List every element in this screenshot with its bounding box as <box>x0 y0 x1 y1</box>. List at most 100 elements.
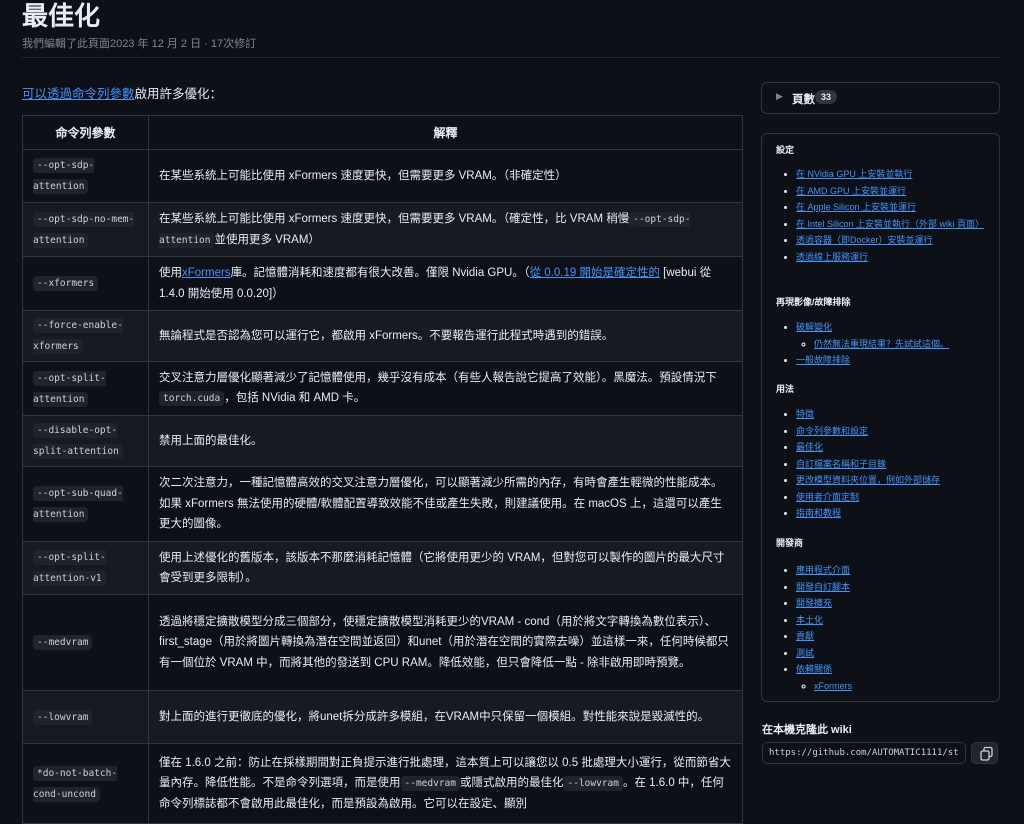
desc-text: 交叉注意力層優化顯著減少了記憶體使用，幾乎沒有成本（有些人報告說它提高了效能）。… <box>159 371 717 384</box>
desc-code: --lowvram <box>563 776 623 791</box>
list-item: 指南和教程 <box>796 505 996 522</box>
desc-text: 或隱式啟用的最佳化 <box>459 777 564 789</box>
deterministic-link[interactable]: 從 0.0.19 開始是確定性的 <box>530 267 660 279</box>
list-item: 本土化 <box>796 612 996 629</box>
desc-cell: 無論程式是否認為您可以運行它，都啟用 xFormers。不要報告運行此程式時遇到… <box>148 310 743 362</box>
options-table: 命令列參數 解釋 --opt-sdp-attention 在某些系統上可能比使用… <box>22 115 743 824</box>
sidebar-link[interactable]: 命令列參數和設定 <box>796 426 868 436</box>
sidebar-link[interactable]: 在 NVidia GPU 上安裝並執行 <box>796 169 912 179</box>
arg-cell: --opt-split-attention <box>22 361 149 416</box>
table-row: *do-not-batch-cond-uncond 僅在 1.6.0 之前：防止… <box>22 743 743 824</box>
arg-code: --opt-split-attention-v1 <box>33 550 106 586</box>
page-title: 最佳化 <box>22 1 101 31</box>
sidebar-link[interactable]: 自訂檔案名稱和子目錄 <box>796 459 886 469</box>
arg-cell: --opt-sub-quad-attention <box>22 466 149 542</box>
sidebar-link[interactable]: 應用程式介面 <box>796 565 850 575</box>
desc-code: torch.cuda <box>159 391 225 407</box>
arg-code: --opt-sub-quad-attention <box>33 486 123 522</box>
arg-code: --medvram <box>33 635 93 650</box>
list-item: 開發擴充 <box>796 595 996 612</box>
sidebar-link[interactable]: 透過容器（即Docker）安裝並運行 <box>796 235 933 245</box>
list-item: 貢獻 <box>796 628 996 645</box>
arg-cell: *do-not-batch-cond-uncond <box>22 743 149 824</box>
table-row: --opt-sdp-attention 在某些系統上可能比使用 xFormers… <box>22 149 743 203</box>
list-item: 應用程式介面 <box>796 562 996 579</box>
arg-cell: --opt-sdp-no-mem-attention <box>22 202 149 257</box>
sidebar-link[interactable]: 破解變化 <box>796 322 832 332</box>
sidebar-link[interactable]: 最佳化 <box>796 442 823 452</box>
section-title: 用法 <box>776 384 795 394</box>
sidebar-link[interactable]: 一般故障排除 <box>796 355 850 365</box>
desc-cell: 禁用上面的最佳化。 <box>148 415 743 467</box>
desc-cell: 使用xFormers庫。記憶體消耗和速度都有很大改善。僅限 Nvidia GPU… <box>148 256 743 311</box>
pages-toggle[interactable]: ▶ 頁數 33 <box>761 82 1000 114</box>
sidebar-link[interactable]: 指南和教程 <box>796 508 841 518</box>
list-item: 在 Intel Silicon 上安裝並執行（外部 wiki 頁面） <box>796 216 996 233</box>
sidebar-link[interactable]: 在 Intel Silicon 上安裝並執行（外部 wiki 頁面） <box>796 219 984 229</box>
table-row: --opt-sdp-no-mem-attention 在某些系統上可能比使用 x… <box>22 202 743 257</box>
header-arg: 命令列參數 <box>22 115 149 150</box>
section-list: 破解變化 仍然無法重現結果？先試試這個。 一般故障排除 <box>776 319 996 369</box>
table-header-row: 命令列參數 解釋 <box>22 115 743 150</box>
desc-text: 在某些系統上可能比使用 xFormers 速度更快，但需要更多 VRAM。（確定… <box>159 212 630 225</box>
table-row: --lowvram 對上面的進行更徹底的優化，將unet拆分成許多模組，在VRA… <box>22 690 743 744</box>
sidebar-link[interactable]: 本土化 <box>796 615 823 625</box>
clone-url-input[interactable] <box>762 742 966 764</box>
sub-list: 仍然無法重現結果？先試試這個。 <box>796 336 1014 353</box>
table-row: --opt-split-attention-v1 使用上述優化的舊版本，該版本不… <box>22 541 743 595</box>
arg-cell: --disable-opt-split-attention <box>22 415 149 467</box>
sidebar-link[interactable]: 特徵 <box>796 409 814 419</box>
list-item: 在 Apple Silicon 上安裝並運行 <box>796 199 996 216</box>
list-item: 一般故障排除 <box>796 352 996 369</box>
list-item: 透過容器（即Docker）安裝並運行 <box>796 232 996 249</box>
list-item: 在 NVidia GPU 上安裝並執行 <box>796 166 996 183</box>
desc-cell: 使用上述優化的舊版本，該版本不那麼消耗記憶體（它將使用更少的 VRAM，但對您可… <box>148 541 743 595</box>
sidebar-link[interactable]: 在 Apple Silicon 上安裝並運行 <box>796 202 916 212</box>
list-item: 測試 <box>796 645 996 662</box>
xformers-link[interactable]: xFormers <box>182 267 231 279</box>
list-item: xFormers <box>814 678 1014 695</box>
table-row: --medvram 透過將穩定擴散模型分成三個部分，使穩定擴散模型消耗更少的VR… <box>22 594 743 691</box>
sidebar-link[interactable]: 更改模型資料夾位置，例如外部儲存 <box>796 475 940 485</box>
arg-code: --force-enable-xformers <box>33 318 123 354</box>
sidebar-link[interactable]: 開發自訂腳本 <box>796 582 850 592</box>
sidebar-link[interactable]: 透過線上服務運行 <box>796 252 868 262</box>
copy-button[interactable] <box>971 742 998 764</box>
sidebar-link[interactable]: 開發擴充 <box>796 598 832 608</box>
sub-list: xFormers <box>796 678 1014 695</box>
sidebar-link[interactable]: 測試 <box>796 648 814 658</box>
arg-code: *do-not-batch-cond-uncond <box>33 765 118 802</box>
intro-text: 可以透過命令列參數啟用許多優化： <box>22 83 222 102</box>
sidebar-link[interactable]: 貢獻 <box>796 631 814 641</box>
arg-cell: --lowvram <box>22 690 149 744</box>
sidebar-link[interactable]: 依賴關係 <box>796 664 832 674</box>
desc-cell: 僅在 1.6.0 之前：防止在採樣期間對正負提示進行批處理，這本質上可以讓您以 … <box>148 743 743 824</box>
list-item: 開發自訂腳本 <box>796 579 996 596</box>
sidebar-link[interactable]: 仍然無法重現結果？先試試這個。 <box>814 339 949 349</box>
arg-code: --disable-opt-split-attention <box>33 423 123 459</box>
sidebar-link[interactable]: 在 AMD GPU 上安裝並運行 <box>796 186 906 196</box>
desc-text: ，包括 NVidia 和 AMD 卡。 <box>224 392 366 405</box>
chevron-right-icon: ▶ <box>776 91 783 101</box>
arg-cell: --medvram <box>22 594 149 691</box>
list-item: 仍然無法重現結果？先試試這個。 <box>814 336 1014 353</box>
section-list: 應用程式介面 開發自訂腳本 開發擴充 本土化 貢獻 測試 依賴關係 xForme… <box>776 562 996 694</box>
list-item: 更改模型資料夾位置，例如外部儲存 <box>796 472 996 489</box>
clone-wiki-title: 在本機克隆此 wiki <box>762 724 852 736</box>
arg-cell: --opt-sdp-attention <box>22 149 149 203</box>
table-row: --force-enable-xformers 無論程式是否認為您可以運行它，都… <box>22 310 743 362</box>
sidebar-link[interactable]: 使用者介面定制 <box>796 492 859 502</box>
arg-cell: --force-enable-xformers <box>22 310 149 362</box>
list-item: 特徵 <box>796 406 996 423</box>
cli-args-link[interactable]: 可以透過命令列參數 <box>22 87 135 101</box>
arg-code: --xformers <box>33 276 99 291</box>
desc-cell: 交叉注意力層優化顯著減少了記憶體使用，幾乎沒有成本（有些人報告說它提高了效能）。… <box>148 361 743 416</box>
table-row: --xformers 使用xFormers庫。記憶體消耗和速度都有很大改善。僅限… <box>22 256 743 311</box>
intro-suffix: 啟用許多優化： <box>134 87 223 101</box>
arg-code: --opt-sdp-no-mem-attention <box>33 211 135 248</box>
table-row: --opt-sub-quad-attention 次二次注意力，一種記憶體高效的… <box>22 466 743 542</box>
desc-cell: 透過將穩定擴散模型分成三個部分，使穩定擴散模型消耗更少的VRAM - cond（… <box>148 594 743 691</box>
sidebar-link[interactable]: xFormers <box>814 681 852 691</box>
desc-text: 庫。記憶體消耗和速度都有很大改善。僅限 Nvidia GPU。（ <box>230 267 530 279</box>
section-title: 再現影像/故障排除 <box>776 297 851 307</box>
